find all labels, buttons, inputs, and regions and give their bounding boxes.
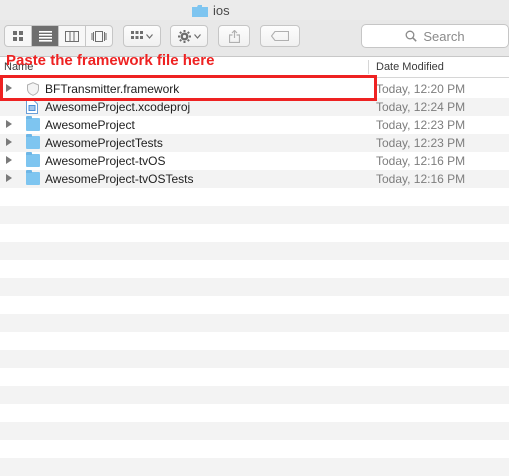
folder-icon	[26, 170, 40, 185]
empty-row	[0, 296, 509, 314]
folder-icon	[26, 152, 40, 167]
empty-row	[0, 368, 509, 386]
empty-row	[0, 458, 509, 476]
empty-row	[0, 260, 509, 278]
empty-row	[0, 404, 509, 422]
file-name: AwesomeProject	[45, 118, 135, 132]
arrange-button[interactable]	[123, 25, 161, 47]
disclosure-triangle-icon[interactable]	[6, 120, 12, 128]
file-name: AwesomeProject-tvOS	[45, 154, 166, 168]
gear-icon	[177, 29, 191, 43]
arrange-grid-icon	[131, 31, 143, 39]
search-placeholder: Search	[423, 28, 465, 44]
file-row[interactable]: AwesomeProject Today, 12:23 PM	[0, 116, 509, 134]
tag-icon	[271, 31, 289, 41]
highlight-box	[0, 75, 377, 101]
empty-row	[0, 314, 509, 332]
empty-row	[0, 206, 509, 224]
columns-icon	[65, 30, 79, 42]
action-button[interactable]	[170, 25, 208, 47]
file-date: Today, 12:23 PM	[376, 136, 466, 150]
file-row[interactable]: AwesomeProjectTests Today, 12:23 PM	[0, 134, 509, 152]
file-date: Today, 12:16 PM	[376, 172, 466, 186]
file-name: AwesomeProjectTests	[45, 136, 163, 150]
xcodeproj-icon	[26, 100, 40, 114]
file-date: Today, 12:24 PM	[376, 100, 466, 114]
file-row[interactable]: AwesomeProject-tvOSTests Today, 12:16 PM	[0, 170, 509, 188]
cover-flow-view-button[interactable]	[86, 26, 112, 46]
empty-row	[0, 422, 509, 440]
window-title: ios	[192, 3, 230, 18]
folder-icon	[26, 116, 40, 131]
column-divider[interactable]	[368, 60, 369, 74]
folder-icon	[26, 134, 40, 149]
empty-row	[0, 386, 509, 404]
share-button[interactable]	[218, 25, 250, 47]
empty-row	[0, 440, 509, 458]
grid-icon	[12, 30, 23, 41]
window-titlebar: ios	[0, 0, 509, 20]
empty-row	[0, 332, 509, 350]
search-field[interactable]: Search	[361, 24, 509, 48]
icon-view-button[interactable]	[5, 26, 32, 46]
empty-row	[0, 242, 509, 260]
search-icon	[405, 30, 418, 42]
share-icon	[228, 29, 240, 43]
disclosure-triangle-icon[interactable]	[6, 174, 12, 182]
empty-row	[0, 278, 509, 296]
window-title-text: ios	[213, 3, 230, 18]
empty-row	[0, 350, 509, 368]
file-date: Today, 12:16 PM	[376, 154, 466, 168]
folder-icon	[192, 4, 208, 17]
chevron-down-icon	[193, 33, 201, 39]
chevron-down-icon	[146, 33, 153, 39]
empty-row	[0, 188, 509, 206]
instruction-annotation: Paste the framework file here	[6, 52, 215, 69]
file-date: Today, 12:23 PM	[376, 118, 466, 132]
list-icon	[38, 30, 52, 42]
file-name: AwesomeProject.xcodeproj	[45, 100, 191, 114]
tags-button[interactable]	[260, 25, 300, 47]
file-date: Today, 12:20 PM	[376, 82, 466, 96]
column-view-button[interactable]	[59, 26, 86, 46]
list-view-button[interactable]	[32, 26, 59, 46]
file-row[interactable]: AwesomeProject-tvOS Today, 12:16 PM	[0, 152, 509, 170]
date-modified-column-header[interactable]: Date Modified	[376, 61, 444, 73]
empty-row	[0, 224, 509, 242]
disclosure-triangle-icon[interactable]	[6, 156, 12, 164]
file-list: BFTransmitter.framework Today, 12:20 PM …	[0, 80, 509, 476]
view-mode-segmented[interactable]	[4, 25, 113, 47]
disclosure-triangle-icon[interactable]	[6, 138, 12, 146]
file-name: AwesomeProject-tvOSTests	[45, 172, 194, 186]
cover-flow-icon	[91, 30, 107, 42]
